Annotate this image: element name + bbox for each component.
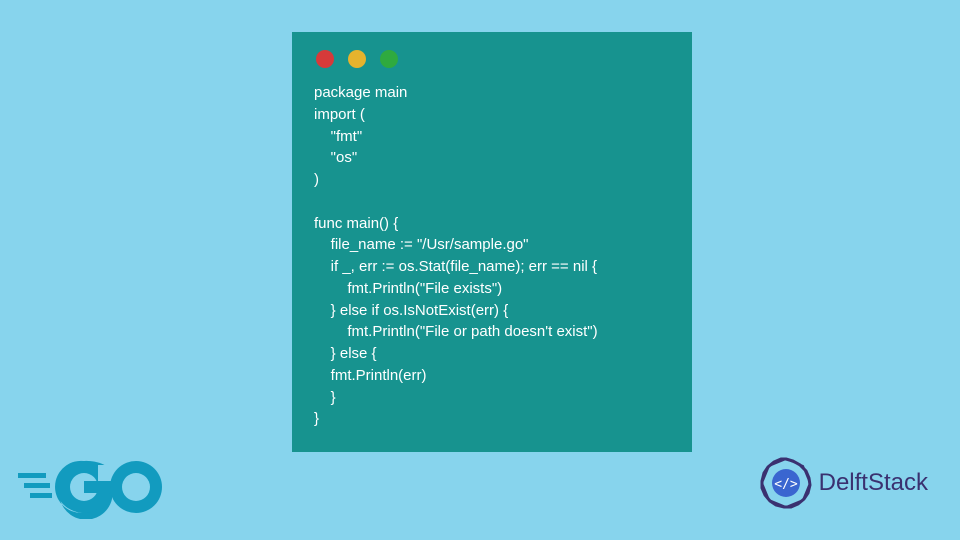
delftstack-label: DelftStack bbox=[819, 469, 928, 497]
code-block: package main import ( "fmt" "os" ) func … bbox=[314, 82, 670, 430]
maximize-icon bbox=[380, 50, 398, 68]
go-logo-icon bbox=[18, 455, 168, 524]
svg-text:</>: </> bbox=[774, 477, 798, 492]
minimize-icon bbox=[348, 50, 366, 68]
window-controls bbox=[316, 50, 670, 68]
code-card: package main import ( "fmt" "os" ) func … bbox=[292, 32, 692, 452]
delftstack-logo: </> DelftStack bbox=[759, 456, 928, 510]
canvas: package main import ( "fmt" "os" ) func … bbox=[12, 12, 948, 528]
close-icon bbox=[316, 50, 334, 68]
delftstack-badge-icon: </> bbox=[759, 456, 813, 510]
